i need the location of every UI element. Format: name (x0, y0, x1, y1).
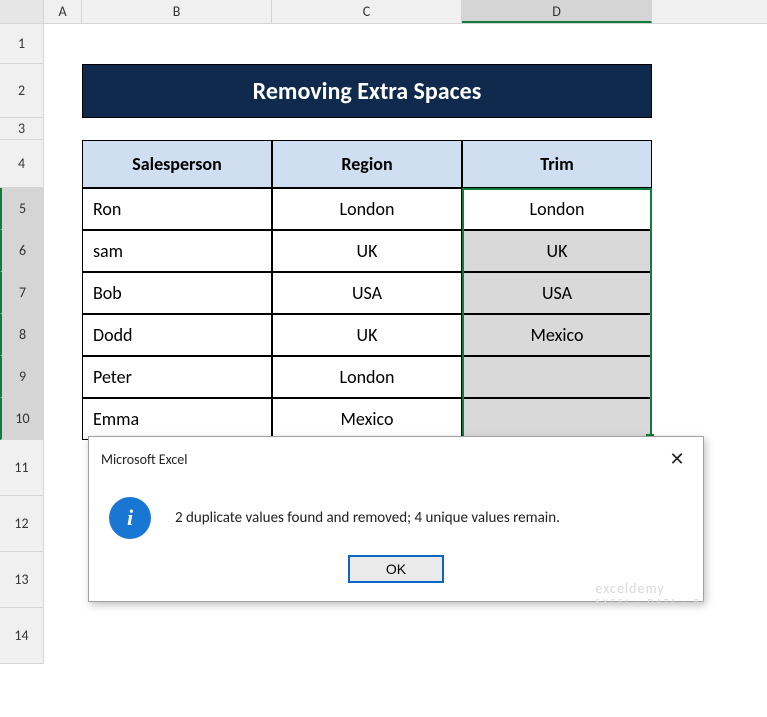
title-text: Removing Extra Spaces (253, 77, 482, 106)
row-header-11[interactable]: 11 (0, 440, 44, 496)
cell-salesperson[interactable]: sam (82, 230, 272, 272)
close-icon[interactable]: ✕ (663, 445, 691, 473)
row-header-13[interactable]: 13 (0, 552, 44, 608)
header-salesperson[interactable]: Salesperson (82, 140, 272, 188)
cell-region[interactable]: London (272, 356, 462, 398)
row-header-7[interactable]: 7 (0, 272, 44, 314)
cell-region[interactable]: UK (272, 230, 462, 272)
cell-region[interactable]: London (272, 188, 462, 230)
cell-salesperson[interactable]: Peter (82, 356, 272, 398)
cell-region[interactable]: UK (272, 314, 462, 356)
row-header-5[interactable]: 5 (0, 188, 44, 230)
table-header-row: Salesperson Region Trim (82, 140, 652, 188)
table-row: BobUSAUSA (82, 272, 652, 314)
cell-salesperson[interactable]: Emma (82, 398, 272, 440)
cell-trim[interactable] (462, 398, 652, 440)
col-header-d[interactable]: D (462, 0, 652, 23)
dialog-message: 2 duplicate values found and removed; 4 … (175, 509, 560, 527)
row-header-4[interactable]: 4 (0, 140, 44, 188)
row-headers: 1 2 3 4 5 6 7 8 9 10 11 12 13 14 (0, 24, 44, 664)
dialog-title: Microsoft Excel (101, 451, 187, 468)
select-all-corner[interactable] (0, 0, 44, 23)
cell-trim[interactable]: UK (462, 230, 652, 272)
cell-region[interactable]: USA (272, 272, 462, 314)
spreadsheet: A B C D 1 2 3 4 5 6 7 8 9 10 11 12 13 14… (0, 0, 767, 664)
row-header-14[interactable]: 14 (0, 608, 44, 664)
header-region[interactable]: Region (272, 140, 462, 188)
row-header-9[interactable]: 9 (0, 356, 44, 398)
header-trim[interactable]: Trim (462, 140, 652, 188)
row-header-1[interactable]: 1 (0, 24, 44, 64)
row-header-8[interactable]: 8 (0, 314, 44, 356)
cell-trim[interactable]: USA (462, 272, 652, 314)
table-row: PeterLondon (82, 356, 652, 398)
info-icon: i (109, 497, 151, 539)
cell-region[interactable]: Mexico (272, 398, 462, 440)
message-dialog: Microsoft Excel ✕ i 2 duplicate values f… (88, 436, 704, 602)
cell-trim[interactable] (462, 356, 652, 398)
table-row: DoddUKMexico (82, 314, 652, 356)
row-header-2[interactable]: 2 (0, 64, 44, 118)
row-header-12[interactable]: 12 (0, 496, 44, 552)
row-header-6[interactable]: 6 (0, 230, 44, 272)
cell-trim[interactable]: Mexico (462, 314, 652, 356)
table-row: samUKUK (82, 230, 652, 272)
col-header-c[interactable]: C (272, 0, 462, 23)
title-banner: Removing Extra Spaces (82, 64, 652, 118)
column-headers: A B C D (0, 0, 767, 24)
ok-button[interactable]: OK (348, 555, 444, 583)
row-header-3[interactable]: 3 (0, 118, 44, 140)
col-header-b[interactable]: B (82, 0, 272, 23)
row-header-10[interactable]: 10 (0, 398, 44, 440)
cell-salesperson[interactable]: Ron (82, 188, 272, 230)
cell-salesperson[interactable]: Bob (82, 272, 272, 314)
col-header-a[interactable]: A (44, 0, 82, 23)
table-row: RonLondonLondon (82, 188, 652, 230)
dialog-titlebar: Microsoft Excel ✕ (89, 437, 703, 481)
table-row: EmmaMexico (82, 398, 652, 440)
cell-salesperson[interactable]: Dodd (82, 314, 272, 356)
cell-trim[interactable]: London (462, 188, 652, 230)
data-table: Salesperson Region Trim RonLondonLondons… (82, 140, 652, 440)
